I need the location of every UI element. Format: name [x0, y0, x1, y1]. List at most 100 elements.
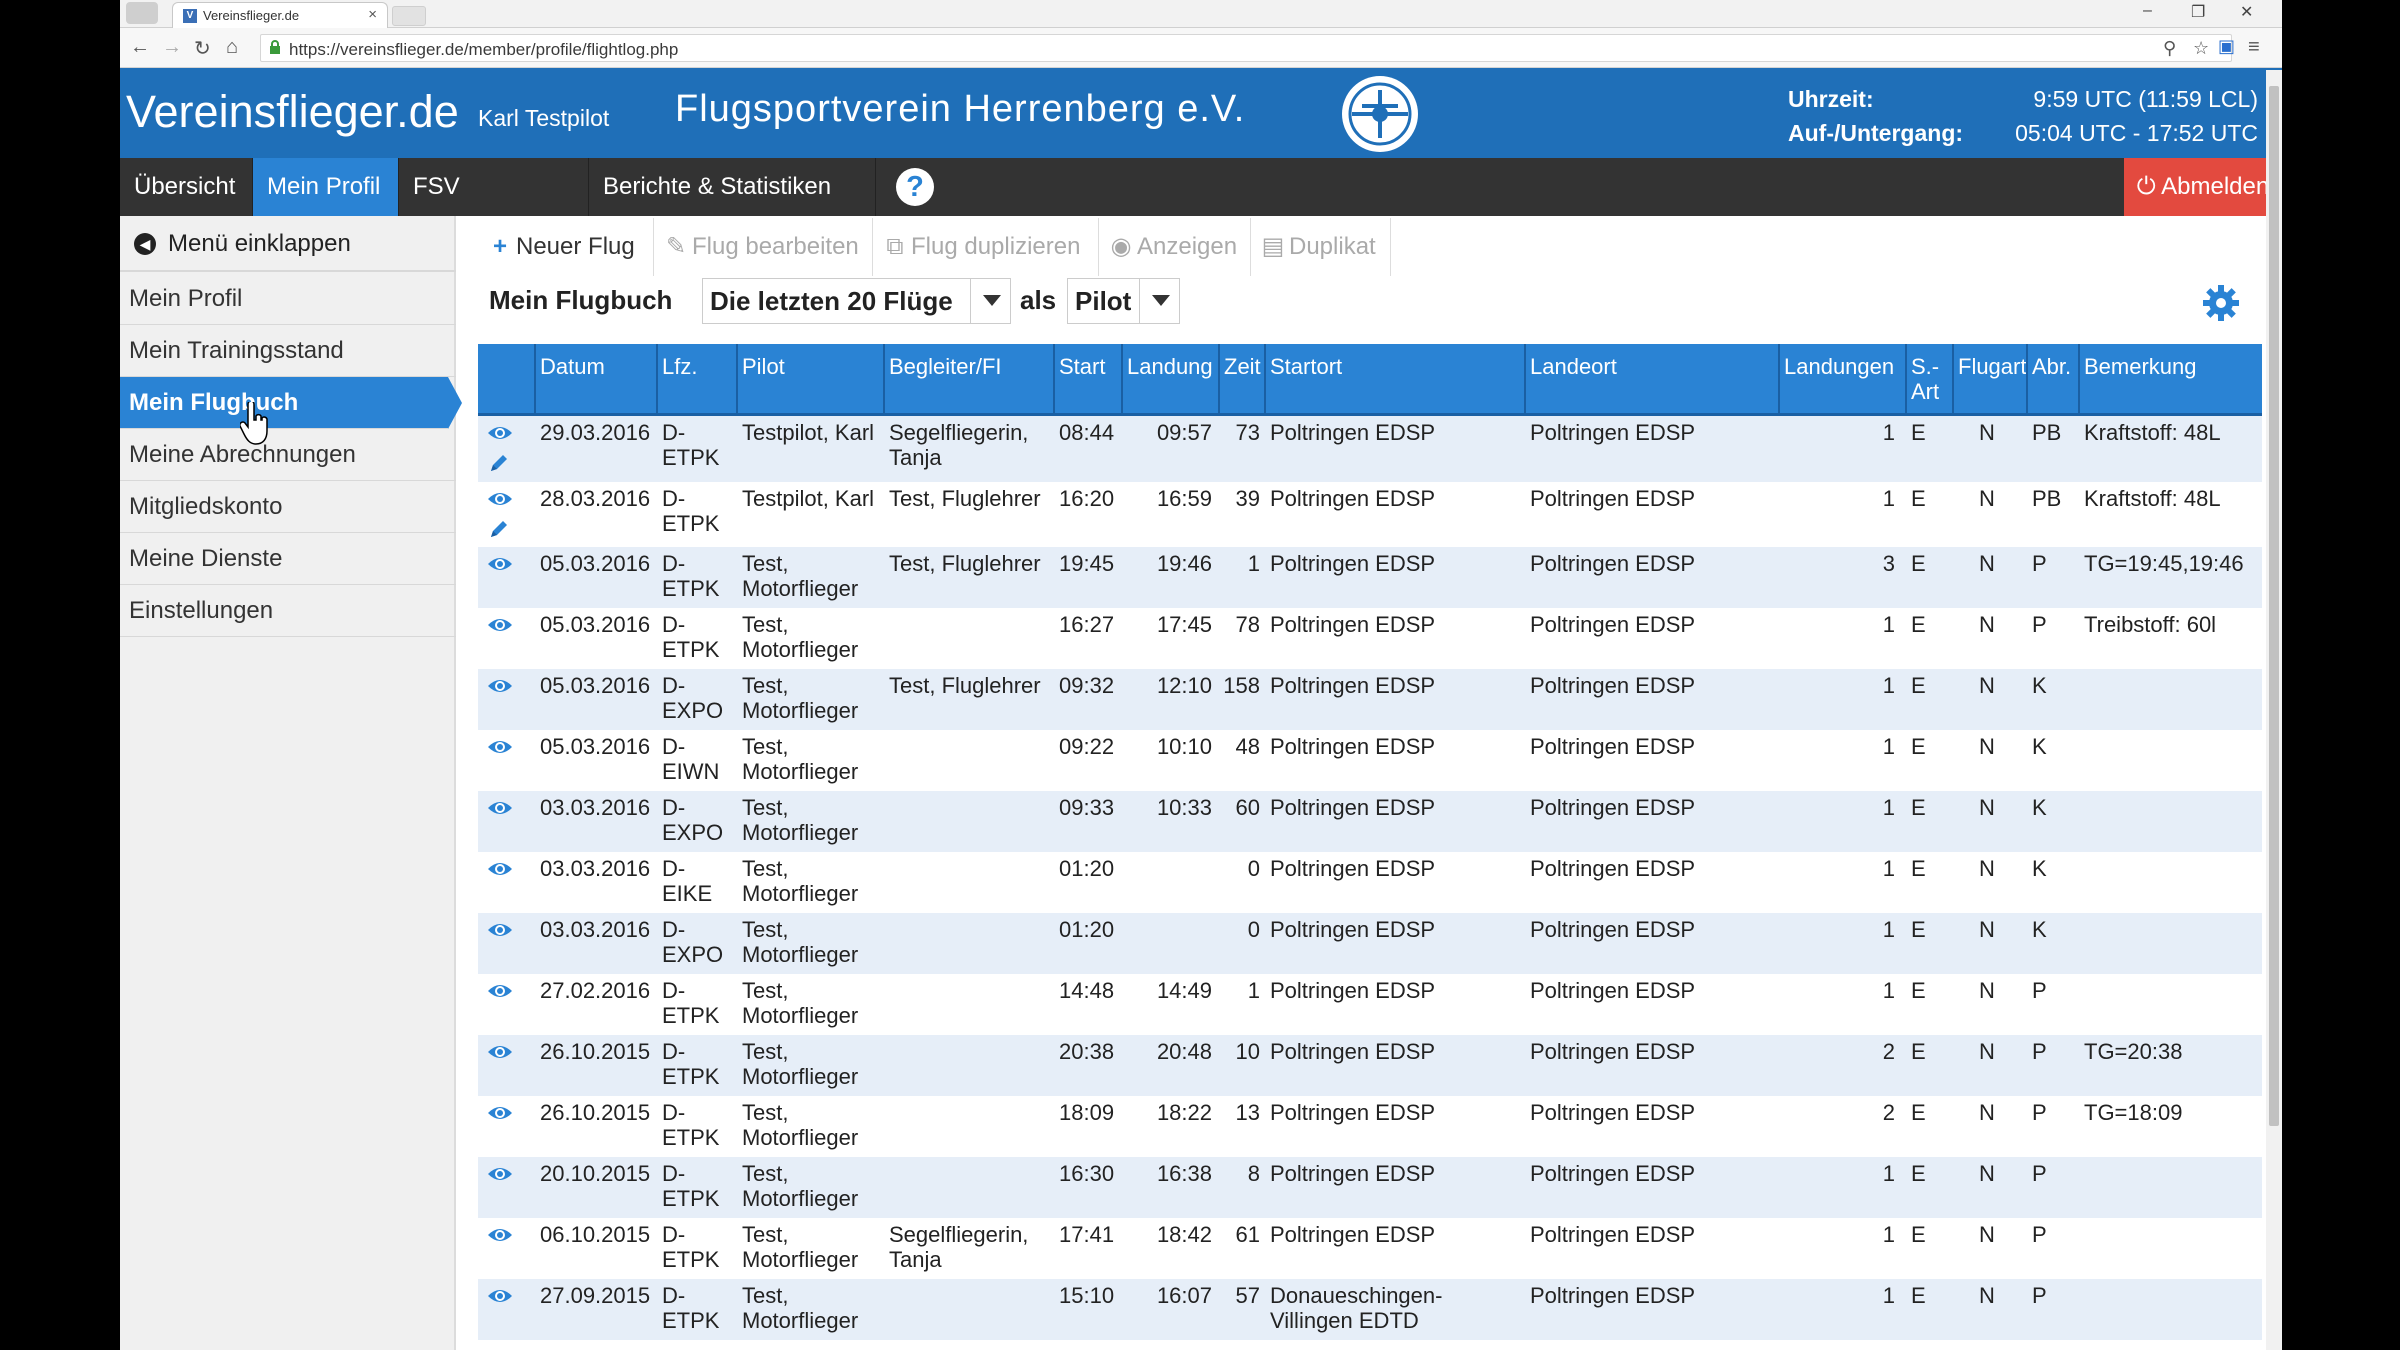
- view-flight-eye-icon[interactable]: [487, 1104, 513, 1122]
- new-tab-button[interactable]: [392, 6, 426, 26]
- zoom-icon[interactable]: ⚲: [2163, 38, 2176, 59]
- view-flight-eye-icon[interactable]: [487, 1226, 513, 1244]
- restore-icon[interactable]: ❐: [2191, 2, 2205, 22]
- view-flight-eye-icon[interactable]: [487, 677, 513, 695]
- table-row[interactable]: 05.03.2016 D- EIWN Test, Motorflieger 09:22…: [478, 730, 2262, 791]
- forward-icon[interactable]: →: [162, 36, 182, 59]
- view-flight-eye-icon[interactable]: [487, 555, 513, 573]
- close-window-icon[interactable]: ✕: [2240, 2, 2253, 22]
- table-row[interactable]: 26.10.2015 D- ETPK Test, Motorflieger 20:38…: [478, 1035, 2262, 1096]
- help-icon[interactable]: ?: [896, 168, 934, 206]
- column-header-landing[interactable]: Landung: [1127, 354, 1213, 379]
- view-flight-eye-icon[interactable]: [487, 1287, 513, 1305]
- view-flight-eye-icon[interactable]: [487, 738, 513, 756]
- cell-landings: 1: [1882, 978, 1895, 1003]
- sidebar-item-billing[interactable]: Meine Abrechnungen: [120, 429, 456, 481]
- column-header-landings[interactable]: Landungen: [1784, 354, 1894, 379]
- sidebar-item-settings[interactable]: Einstellungen: [120, 585, 456, 637]
- table-row[interactable]: 29.03.2016 D- ETPK Testpilot, Karl Segelfli…: [478, 416, 2262, 482]
- edit-flight-pencil-icon[interactable]: [488, 452, 510, 474]
- view-flight-eye-icon[interactable]: [487, 1043, 513, 1061]
- brand-logo-text[interactable]: Vereinsflieger.de: [126, 86, 459, 138]
- cell-destination: Poltringen EDSP: [1530, 734, 1696, 759]
- back-icon[interactable]: ←: [130, 36, 150, 59]
- table-row[interactable]: 03.03.2016 D- EIKE Test, Motorflieger 01:20…: [478, 852, 2262, 913]
- view-flight-eye-icon[interactable]: [487, 424, 513, 442]
- cell-launch-type: E: [1911, 917, 1926, 942]
- cell-departure: Poltringen EDSP: [1270, 673, 1436, 698]
- view-flight-eye-icon[interactable]: [487, 982, 513, 1000]
- minimize-icon[interactable]: –: [2143, 2, 2152, 20]
- column-header-remarks[interactable]: Bemerkung: [2084, 354, 2197, 379]
- column-header-companion[interactable]: Begleiter/FI: [889, 354, 1002, 379]
- column-header-destination[interactable]: Landeort: [1530, 354, 1617, 379]
- duplicate-button[interactable]: ▤ Duplikat: [1251, 218, 1391, 276]
- screen-frame-right: [2282, 0, 2400, 1350]
- bookmark-star-icon[interactable]: ☆: [2193, 38, 2209, 59]
- page-scrollbar[interactable]: [2266, 70, 2282, 1350]
- flight-range-select[interactable]: Die letzten 20 Flüge: [702, 278, 1011, 324]
- scrollbar-thumb[interactable]: [2269, 86, 2279, 1126]
- table-row[interactable]: 03.03.2016 D- EXPO Test, Motorflieger 09:33…: [478, 791, 2262, 852]
- table-row[interactable]: 26.10.2015 D- ETPK Test, Motorflieger 18:09…: [478, 1096, 2262, 1157]
- cell-duration: 13: [1235, 1100, 1260, 1125]
- sidebar-item-flightlog[interactable]: Mein Flugbuch: [120, 377, 462, 429]
- table-row[interactable]: 27.09.2015 D- ETPK Test, Motorflieger 15:10…: [478, 1279, 2262, 1340]
- sidebar-item-account[interactable]: Mitgliedskonto: [120, 481, 456, 533]
- view-flight-eye-icon[interactable]: [487, 921, 513, 939]
- show-button[interactable]: ◉ Anzeigen: [1099, 218, 1251, 276]
- tab-close-icon[interactable]: ×: [368, 6, 377, 23]
- hamburger-menu-icon[interactable]: ≡: [2248, 36, 2260, 59]
- table-row[interactable]: 06.10.2015 D- ETPK Test, Motorflieger Segel…: [478, 1218, 2262, 1279]
- reload-icon[interactable]: ↻: [194, 36, 211, 61]
- nav-reports[interactable]: Berichte & Statistiken: [589, 158, 876, 216]
- table-row[interactable]: 20.10.2015 D- ETPK Test, Motorflieger 16:30…: [478, 1157, 2262, 1218]
- sidebar-item-profile[interactable]: Mein Profil: [120, 273, 456, 325]
- table-row[interactable]: 28.03.2016 D- ETPK Testpilot, Karl Test, Fl…: [478, 482, 2262, 547]
- duplicate-flight-button[interactable]: ⧉ Flug duplizieren: [873, 218, 1099, 276]
- view-flight-eye-icon[interactable]: [487, 490, 513, 508]
- table-row[interactable]: 27.02.2016 D- ETPK Test, Motorflieger 14:48…: [478, 974, 2262, 1035]
- nav-club[interactable]: FSV Herrenberg: [399, 158, 589, 258]
- view-flight-eye-icon[interactable]: [487, 799, 513, 817]
- column-header-launch-type[interactable]: S.- Art: [1911, 354, 1939, 404]
- nav-my-profile[interactable]: Mein Profil: [253, 158, 399, 216]
- logout-button[interactable]: ⏻ Abmelden: [2124, 158, 2282, 216]
- column-header-pilot[interactable]: Pilot: [742, 354, 785, 379]
- table-row[interactable]: 05.03.2016 D- ETPK Test, Motorflieger Test,…: [478, 547, 2262, 608]
- column-header-flight-type[interactable]: Flugart: [1958, 354, 2026, 379]
- cell-destination: Poltringen EDSP: [1530, 1161, 1696, 1186]
- column-header-billing[interactable]: Abr.: [2032, 354, 2071, 379]
- browser-tab[interactable]: V Vereinsflieger.de ×: [172, 2, 388, 28]
- sidebar-item-duties[interactable]: Meine Dienste: [120, 533, 456, 585]
- logout-label: Abmelden: [2161, 173, 2270, 200]
- sidebar-item-training[interactable]: Mein Trainingsstand: [120, 325, 456, 377]
- clipboard-icon: ▤: [1261, 233, 1285, 260]
- column-header-date[interactable]: Datum: [540, 354, 605, 379]
- view-flight-eye-icon[interactable]: [487, 616, 513, 634]
- collapse-menu-button[interactable]: ◀ Menü einklappen: [120, 216, 456, 272]
- column-header-aircraft[interactable]: Lfz.: [662, 354, 697, 379]
- browser-menu-icon[interactable]: [126, 2, 158, 24]
- edit-flight-button[interactable]: ✎ Flug bearbeiten: [654, 218, 873, 276]
- home-icon[interactable]: ⌂: [226, 36, 238, 59]
- url-input[interactable]: https://vereinsflieger.de/member/profile…: [260, 34, 2232, 62]
- edit-flight-pencil-icon[interactable]: [488, 518, 510, 540]
- nav-overview[interactable]: Übersicht: [120, 158, 253, 216]
- gear-icon[interactable]: [2202, 284, 2240, 322]
- role-select[interactable]: Pilot: [1067, 278, 1180, 324]
- table-row[interactable]: 05.03.2016 D- EXPO Test, Motorflieger Test,…: [478, 669, 2262, 730]
- view-flight-eye-icon[interactable]: [487, 1165, 513, 1183]
- table-row[interactable]: 05.03.2016 D- ETPK Test, Motorflieger 16:27…: [478, 608, 2262, 669]
- column-header-departure[interactable]: Startort: [1270, 354, 1342, 379]
- column-header-start[interactable]: Start: [1059, 354, 1105, 379]
- column-header-time[interactable]: Zeit: [1224, 354, 1261, 379]
- table-row[interactable]: 03.03.2016 D- EXPO Test, Motorflieger 01:20…: [478, 913, 2262, 974]
- cell-pilot: Test, Motorflieger: [742, 1161, 859, 1211]
- column-divider: [736, 344, 738, 416]
- extension-icon[interactable]: ▣: [2218, 36, 2235, 57]
- cell-billing: P: [2032, 1100, 2047, 1125]
- site-header: Vereinsflieger.de Karl Testpilot Flugspo…: [120, 68, 2282, 158]
- new-flight-button[interactable]: + Neuer Flug: [478, 218, 654, 276]
- view-flight-eye-icon[interactable]: [487, 860, 513, 878]
